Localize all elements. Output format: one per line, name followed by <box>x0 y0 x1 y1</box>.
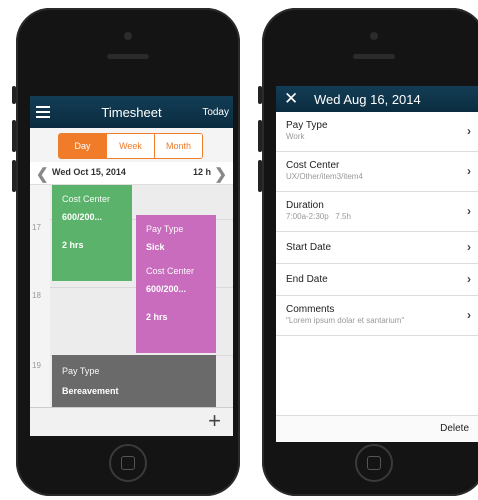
event-duration: 2 hrs <box>146 312 168 322</box>
chevron-right-icon: › <box>467 124 471 138</box>
tab-day[interactable]: Day <box>59 134 106 158</box>
row-value: Work <box>286 132 305 141</box>
chevron-right-icon: › <box>467 240 471 254</box>
row-start-date[interactable]: Start Date › <box>276 232 478 264</box>
day-grid: 17 18 19 Cost Center 600/200... 2 hrs Pa… <box>30 185 233 407</box>
phone-left: Timesheet Today Day Week Month ❮ Wed Oct… <box>12 8 240 496</box>
event-value: Sick <box>146 242 165 252</box>
today-button[interactable]: Today <box>202 107 229 118</box>
mute-switch <box>258 86 262 104</box>
row-value: UX/Other/item3/item4 <box>286 172 363 181</box>
chevron-left-icon[interactable]: ❮ <box>36 165 49 183</box>
speaker <box>107 54 149 59</box>
event-value: 600/200... <box>146 284 187 294</box>
row-duration[interactable]: Duration 7:00a-2:30p 7.5h › <box>276 192 478 232</box>
home-button <box>109 444 147 482</box>
row-comments[interactable]: Comments "Lorem ipsum dolar et santarium… <box>276 296 478 336</box>
tab-month[interactable]: Month <box>154 134 202 158</box>
row-label: Pay Type <box>286 120 328 131</box>
row-pay-type[interactable]: Pay Type Work › <box>276 112 478 152</box>
timesheet-screen: Timesheet Today Day Week Month ❮ Wed Oct… <box>30 96 233 436</box>
delete-button[interactable]: Delete <box>440 423 469 434</box>
hour-label: 18 <box>32 291 41 300</box>
row-value: "Lorem ipsum dolar et santarium" <box>286 316 405 325</box>
total-hours: 12 h <box>192 167 211 177</box>
bottom-toolbar: + <box>30 407 233 436</box>
hour-label: 19 <box>32 361 41 370</box>
event-bereavement[interactable]: Pay Type Bereavement <box>52 355 216 407</box>
camera <box>124 32 132 40</box>
event-sick[interactable]: Pay Type Sick Cost Center 600/200... 2 h… <box>136 215 216 353</box>
phone-right: ✕ Wed Aug 16, 2014 Pay Type Work › Cost … <box>258 8 478 496</box>
page-title: Wed Aug 16, 2014 <box>314 92 421 107</box>
volume-down-button <box>258 160 262 192</box>
event-value: Bereavement <box>62 386 119 396</box>
volume-up-button <box>12 120 16 152</box>
top-navbar: ✕ Wed Aug 16, 2014 <box>276 86 478 112</box>
row-end-date[interactable]: End Date › <box>276 264 478 296</box>
chevron-right-icon[interactable]: ❯ <box>214 165 227 183</box>
view-switcher-bar: Day Week Month <box>30 128 233 162</box>
tab-week[interactable]: Week <box>106 134 154 158</box>
event-duration: 2 hrs <box>62 240 84 250</box>
chevron-right-icon: › <box>467 308 471 322</box>
plus-icon[interactable]: + <box>208 409 221 433</box>
row-value: 7:00a-2:30p 7.5h <box>286 212 351 221</box>
hour-label: 17 <box>32 223 41 232</box>
row-label: End Date <box>286 274 328 285</box>
event-value: 600/200... <box>62 212 103 222</box>
chevron-right-icon: › <box>467 164 471 178</box>
camera <box>370 32 378 40</box>
volume-up-button <box>258 120 262 152</box>
mute-switch <box>12 86 16 104</box>
date-navigator: ❮ Wed Oct 15, 2014 12 h ❯ <box>30 162 233 185</box>
top-navbar: Timesheet Today <box>30 96 233 128</box>
detail-footer: Delete <box>276 415 478 442</box>
view-segmented-control: Day Week Month <box>58 133 203 159</box>
event-label: Pay Type <box>146 224 184 234</box>
row-label: Start Date <box>286 242 332 253</box>
event-label: Cost Center <box>62 194 111 204</box>
close-icon[interactable]: ✕ <box>284 89 298 109</box>
event-label: Pay Type <box>62 366 100 376</box>
row-label: Cost Center <box>286 160 340 171</box>
entry-detail-screen: ✕ Wed Aug 16, 2014 Pay Type Work › Cost … <box>276 86 478 442</box>
row-cost-center[interactable]: Cost Center UX/Other/item3/item4 › <box>276 152 478 192</box>
chevron-right-icon: › <box>467 272 471 286</box>
event-cost-center[interactable]: Cost Center 600/200... 2 hrs <box>52 185 132 281</box>
event-label: Cost Center <box>146 266 195 276</box>
row-label: Comments <box>286 304 335 315</box>
speaker <box>353 54 395 59</box>
current-date: Wed Oct 15, 2014 <box>52 167 126 177</box>
home-button <box>355 444 393 482</box>
detail-list: Pay Type Work › Cost Center UX/Other/ite… <box>276 112 478 336</box>
chevron-right-icon: › <box>467 204 471 218</box>
row-label: Duration <box>286 200 324 211</box>
volume-down-button <box>12 160 16 192</box>
